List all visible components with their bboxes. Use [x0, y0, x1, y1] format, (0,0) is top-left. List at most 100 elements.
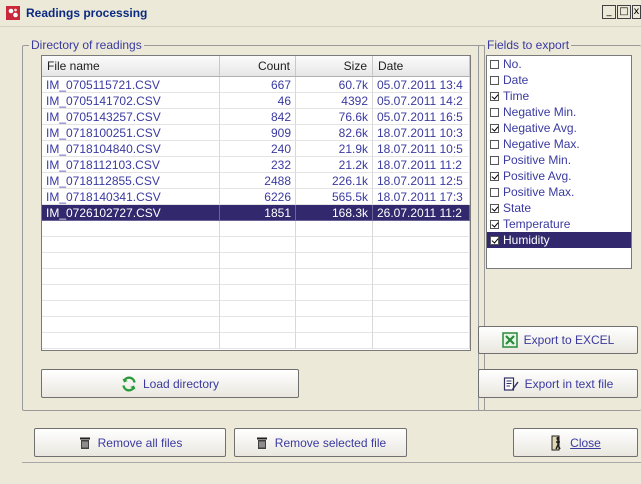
cell-size: 226.1k — [296, 173, 373, 189]
cell-count: 842 — [220, 109, 296, 125]
field-item[interactable]: Negative Max. — [487, 136, 631, 152]
cell-size: 168.3k — [296, 205, 373, 221]
close-button[interactable]: Close — [513, 428, 638, 457]
field-item[interactable]: Date — [487, 72, 631, 88]
cell-date: 18.07.2011 10:5 — [373, 141, 470, 157]
remove-selected-file-label: Remove selected file — [274, 435, 387, 450]
table-row[interactable]: IM_0718112855.CSV 2488 226.1k 18.07.2011 12… — [42, 173, 470, 189]
cell-date — [373, 301, 470, 317]
checkbox-unchecked[interactable] — [490, 139, 499, 149]
cell-count — [220, 221, 296, 237]
cell-file-name: IM_0718104840.CSV — [42, 141, 220, 157]
checkbox-checked[interactable] — [490, 219, 499, 229]
window-title: Readings processing — [26, 6, 148, 20]
field-item-label: Positive Max. — [503, 185, 575, 199]
table-body: IM_0705115721.CSV 667 60.7k 05.07.2011 13:4… — [42, 77, 470, 349]
minimize-button[interactable]: _ — [602, 5, 616, 19]
table-row[interactable] — [42, 301, 470, 317]
cell-count: 232 — [220, 157, 296, 173]
table-row[interactable]: IM_0705141702.CSV 46 4392 05.07.2011 14:2 — [42, 93, 470, 109]
column-header-count[interactable]: Count — [220, 56, 296, 76]
field-item-label: Negative Min. — [503, 105, 577, 119]
cell-size: 76.6k — [296, 109, 373, 125]
cell-file-name — [42, 221, 220, 237]
table-header: File name Count Size Date — [42, 56, 470, 77]
table-row[interactable] — [42, 333, 470, 349]
checkbox-checked[interactable] — [490, 171, 499, 181]
cell-size — [296, 253, 373, 269]
cell-count — [220, 285, 296, 301]
checkbox-unchecked[interactable] — [490, 155, 499, 165]
cell-file-name — [42, 317, 220, 333]
cell-date: 18.07.2011 10:3 — [373, 125, 470, 141]
edit-document-icon — [503, 376, 519, 391]
cell-file-name — [42, 285, 220, 301]
remove-selected-file-button[interactable]: Remove selected file — [234, 428, 407, 457]
field-item-label: No. — [503, 57, 522, 71]
maximize-button[interactable]: □ — [617, 5, 631, 19]
cell-count: 46 — [220, 93, 296, 109]
field-item[interactable]: Time — [487, 88, 631, 104]
table-row[interactable] — [42, 317, 470, 333]
cell-date: 18.07.2011 12:5 — [373, 173, 470, 189]
close-window-button[interactable]: x — [632, 5, 641, 19]
table-row[interactable] — [42, 221, 470, 237]
cell-date — [373, 237, 470, 253]
field-item-label: Temperature — [503, 217, 571, 231]
checkbox-checked[interactable] — [490, 235, 499, 245]
field-item[interactable]: Temperature — [487, 216, 631, 232]
column-header-date[interactable]: Date — [373, 56, 470, 76]
cell-count: 909 — [220, 125, 296, 141]
cell-size — [296, 317, 373, 333]
cell-file-name: IM_0705141702.CSV — [42, 93, 220, 109]
field-item[interactable]: No. — [487, 56, 631, 72]
checkbox-unchecked[interactable] — [490, 59, 499, 69]
cell-date: 05.07.2011 14:2 — [373, 93, 470, 109]
table-row[interactable] — [42, 237, 470, 253]
table-row[interactable]: IM_0718140341.CSV 6226 565.5k 18.07.2011 17… — [42, 189, 470, 205]
table-row[interactable] — [42, 285, 470, 301]
field-item[interactable]: Positive Avg. — [487, 168, 631, 184]
table-row[interactable]: IM_0705115721.CSV 667 60.7k 05.07.2011 13:4 — [42, 77, 470, 93]
close-icon: x — [633, 6, 640, 17]
field-item[interactable]: Negative Avg. — [487, 120, 631, 136]
field-item[interactable]: State — [487, 200, 631, 216]
field-item[interactable]: Positive Max. — [487, 184, 631, 200]
checkbox-unchecked[interactable] — [490, 75, 499, 85]
field-item[interactable]: Humidity — [487, 232, 631, 248]
export-text-label: Export in text file — [524, 376, 614, 391]
cell-count: 1851 — [220, 205, 296, 221]
cell-file-name — [42, 237, 220, 253]
checkbox-unchecked[interactable] — [490, 187, 499, 197]
checkbox-checked[interactable] — [490, 123, 499, 133]
table-row[interactable]: IM_0718112103.CSV 232 21.2k 18.07.2011 11:2 — [42, 157, 470, 173]
checkbox-unchecked[interactable] — [490, 107, 499, 117]
field-item[interactable]: Positive Min. — [487, 152, 631, 168]
cell-date: 05.07.2011 13:4 — [373, 77, 470, 93]
table-row[interactable]: IM_0726102727.CSV 1851 168.3k 26.07.2011 11… — [42, 205, 470, 221]
cell-count: 240 — [220, 141, 296, 157]
table-row[interactable] — [42, 253, 470, 269]
column-header-file-name[interactable]: File name — [42, 56, 220, 76]
field-item[interactable]: Negative Min. — [487, 104, 631, 120]
title-bar: Readings processing _ □ x — [0, 0, 641, 27]
table-row[interactable] — [42, 269, 470, 285]
load-directory-button[interactable]: Load directory — [41, 369, 299, 398]
column-header-size[interactable]: Size — [296, 56, 373, 76]
status-bar — [22, 462, 641, 484]
table-row[interactable]: IM_0718100251.CSV 909 82.6k 18.07.2011 10:3 — [42, 125, 470, 141]
table-row[interactable]: IM_0718104840.CSV 240 21.9k 18.07.2011 10:5 — [42, 141, 470, 157]
field-item-label: Negative Avg. — [503, 121, 577, 135]
checkbox-checked[interactable] — [490, 203, 499, 213]
checkbox-checked[interactable] — [490, 91, 499, 101]
fields-list[interactable]: No. Date Time Negative Min. Negative Avg. Neg… — [486, 55, 632, 269]
cell-file-name: IM_0718100251.CSV — [42, 125, 220, 141]
trash-icon — [256, 437, 267, 449]
export-excel-label: Export to EXCEL — [523, 333, 615, 347]
table-row[interactable]: IM_0705143257.CSV 842 76.6k 05.07.2011 16:5 — [42, 109, 470, 125]
files-table[interactable]: File name Count Size Date IM_0705115721.… — [41, 55, 471, 351]
remove-all-files-button[interactable]: Remove all files — [34, 428, 226, 457]
export-text-button[interactable]: Export in text file — [478, 369, 638, 398]
export-excel-button[interactable]: Export to EXCEL — [478, 326, 638, 354]
cell-size — [296, 237, 373, 253]
